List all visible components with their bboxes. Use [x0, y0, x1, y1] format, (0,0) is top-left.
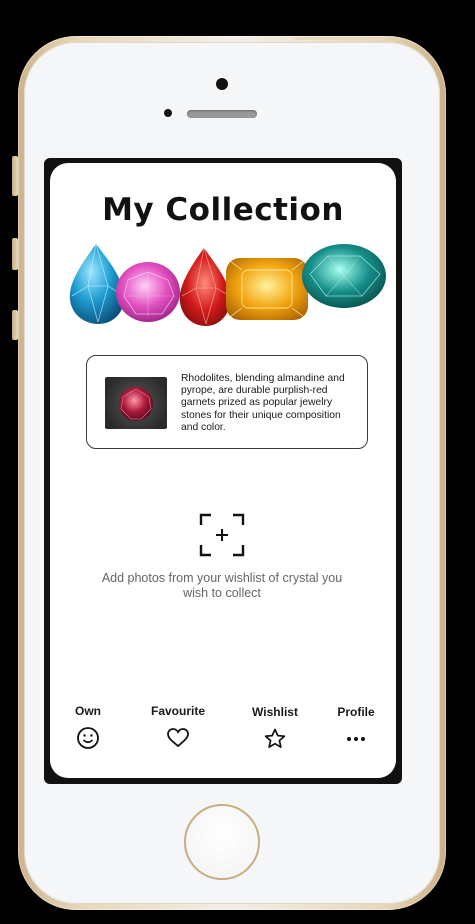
smiley-icon: [77, 727, 99, 749]
red-gem: [179, 247, 231, 326]
page-title: My Collection: [102, 192, 344, 228]
gem-info-card[interactable]: Rhodolites, blending almandine and pyrop…: [86, 355, 368, 449]
earpiece-speaker: [187, 110, 257, 118]
home-button[interactable]: [184, 804, 260, 880]
teal-gem: [302, 244, 386, 308]
nav-wishlist[interactable]: Wishlist: [235, 705, 315, 748]
nav-wishlist-label: Wishlist: [252, 705, 298, 719]
add-photo-hint: Add photos from your wishlist of crystal…: [101, 571, 343, 600]
pink-gem: [116, 262, 180, 322]
add-photo-icon[interactable]: [198, 512, 246, 558]
more-dots-icon: [347, 737, 365, 741]
power-button: [295, 37, 370, 40]
nav-favourite[interactable]: Favourite: [138, 704, 218, 748]
volume-up-button: [12, 238, 18, 270]
star-icon: [264, 728, 286, 748]
gem-banner-image: [69, 243, 386, 326]
nav-own-label: Own: [75, 704, 101, 718]
nav-profile-label: Profile: [337, 705, 375, 719]
mute-switch: [12, 156, 18, 196]
rhodolite-thumbnail: [105, 377, 167, 429]
nav-profile[interactable]: Profile: [316, 705, 396, 741]
volume-down-button: [12, 310, 18, 340]
yellow-gem: [225, 257, 309, 321]
proximity-sensor: [164, 109, 172, 117]
nav-own[interactable]: Own: [48, 704, 128, 749]
blue-gem: [69, 243, 125, 324]
front-camera: [216, 78, 228, 90]
gem-description: Rhodolites, blending almandine and pyrop…: [181, 373, 345, 433]
heart-icon: [167, 728, 189, 748]
nav-favourite-label: Favourite: [150, 704, 205, 718]
